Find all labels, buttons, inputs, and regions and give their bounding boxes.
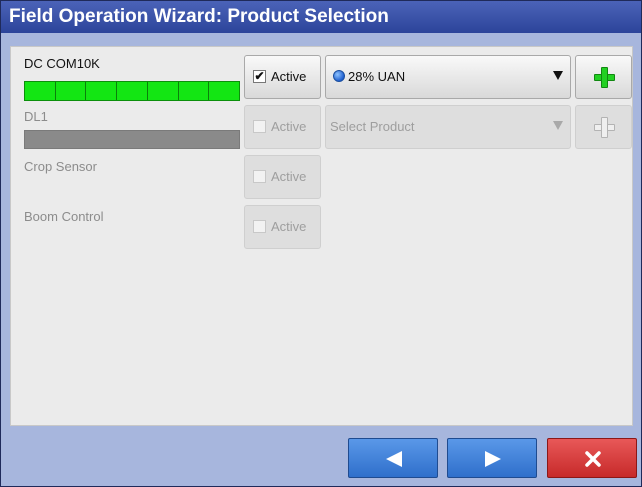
dropdown-arrow-icon [553, 71, 563, 80]
checkbox-unchecked-icon [253, 170, 266, 183]
wizard-window: Field Operation Wizard: Product Selectio… [0, 0, 642, 487]
dropdown-arrow-icon [553, 121, 563, 130]
add-product-button-dc-com10k[interactable] [575, 55, 632, 99]
selected-product: 28% UAN [348, 69, 406, 84]
device-status-meter-dl1 [24, 130, 240, 149]
next-button[interactable] [447, 438, 537, 478]
add-product-button-dl1[interactable] [575, 105, 632, 149]
device-label-dc-com10k: DC COM10K [24, 56, 100, 71]
left-arrow-icon [386, 451, 402, 467]
cancel-button[interactable] [547, 438, 637, 478]
product-placeholder: Select Product [330, 119, 415, 134]
active-label: Active [271, 69, 307, 84]
device-status-meter-dc-com10k [24, 81, 240, 101]
product-dropdown-dl1[interactable]: Select Product [325, 105, 571, 149]
active-label: Active [271, 219, 307, 234]
window-title: Field Operation Wizard: Product Selectio… [1, 1, 641, 33]
plus-icon [594, 67, 615, 88]
product-dropdown-dc-com10k[interactable]: 28% UAN [325, 55, 571, 99]
right-arrow-icon [485, 451, 501, 467]
back-button[interactable] [348, 438, 438, 478]
checkbox-unchecked-icon [253, 220, 266, 233]
active-label: Active [271, 119, 307, 134]
device-label-boom-control: Boom Control [24, 209, 104, 224]
x-icon [585, 451, 601, 467]
active-checkbox-dl1[interactable]: Active [244, 105, 321, 149]
device-label-dl1: DL1 [24, 109, 48, 124]
checkbox-unchecked-icon [253, 120, 266, 133]
product-selection-panel: DC COM10K ✔ Active 28% UAN DL1 Active Se… [10, 46, 633, 426]
active-checkbox-dc-com10k[interactable]: ✔ Active [244, 55, 321, 99]
plus-icon [594, 117, 615, 138]
blue-dot-icon [333, 70, 345, 82]
active-checkbox-boom-control[interactable]: Active [244, 205, 321, 249]
active-checkbox-crop-sensor[interactable]: Active [244, 155, 321, 199]
active-label: Active [271, 169, 307, 184]
device-label-crop-sensor: Crop Sensor [24, 159, 97, 174]
checkbox-checked-icon: ✔ [253, 69, 266, 83]
